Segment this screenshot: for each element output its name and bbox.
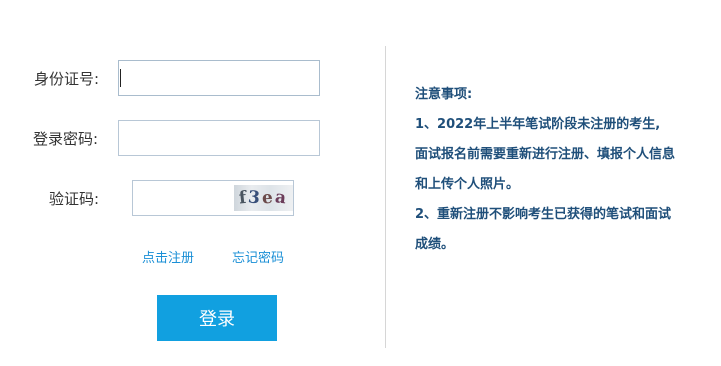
captcha-image[interactable]: f 3 e a [234, 185, 293, 211]
register-link[interactable]: 点击注册 [142, 250, 194, 268]
notice-line: 成绩。 [415, 237, 455, 252]
login-form: 身份证号: 登录密码: 验证码: f 3 e a 点击注册 忘记密码 登录 [0, 0, 385, 366]
captcha-char: a [273, 187, 290, 209]
password-label: 登录密码: [33, 130, 99, 148]
captcha-label: 验证码: [49, 190, 100, 208]
id-number-label: 身份证号: [34, 70, 100, 88]
notice-line: 2、重新注册不影响考生已获得的笔试和面试 [415, 207, 672, 222]
login-button[interactable]: 登录 [157, 295, 277, 341]
vertical-divider [385, 46, 386, 348]
notice-title: 注意事项: [415, 87, 473, 102]
notice-panel: 注意事项: 1、2022年上半年笔试阶段未注册的考生, 面试报名前需要重新进行注… [415, 80, 705, 260]
notice-line: 和上传个人照片。 [415, 177, 520, 192]
notice-line: 1、2022年上半年笔试阶段未注册的考生, [415, 117, 661, 132]
text-caret [120, 69, 121, 87]
password-input[interactable] [118, 120, 320, 156]
forgot-password-link[interactable]: 忘记密码 [232, 250, 284, 268]
id-number-input[interactable] [118, 60, 320, 96]
notice-line: 面试报名前需要重新进行注册、填报个人信息 [415, 147, 676, 162]
